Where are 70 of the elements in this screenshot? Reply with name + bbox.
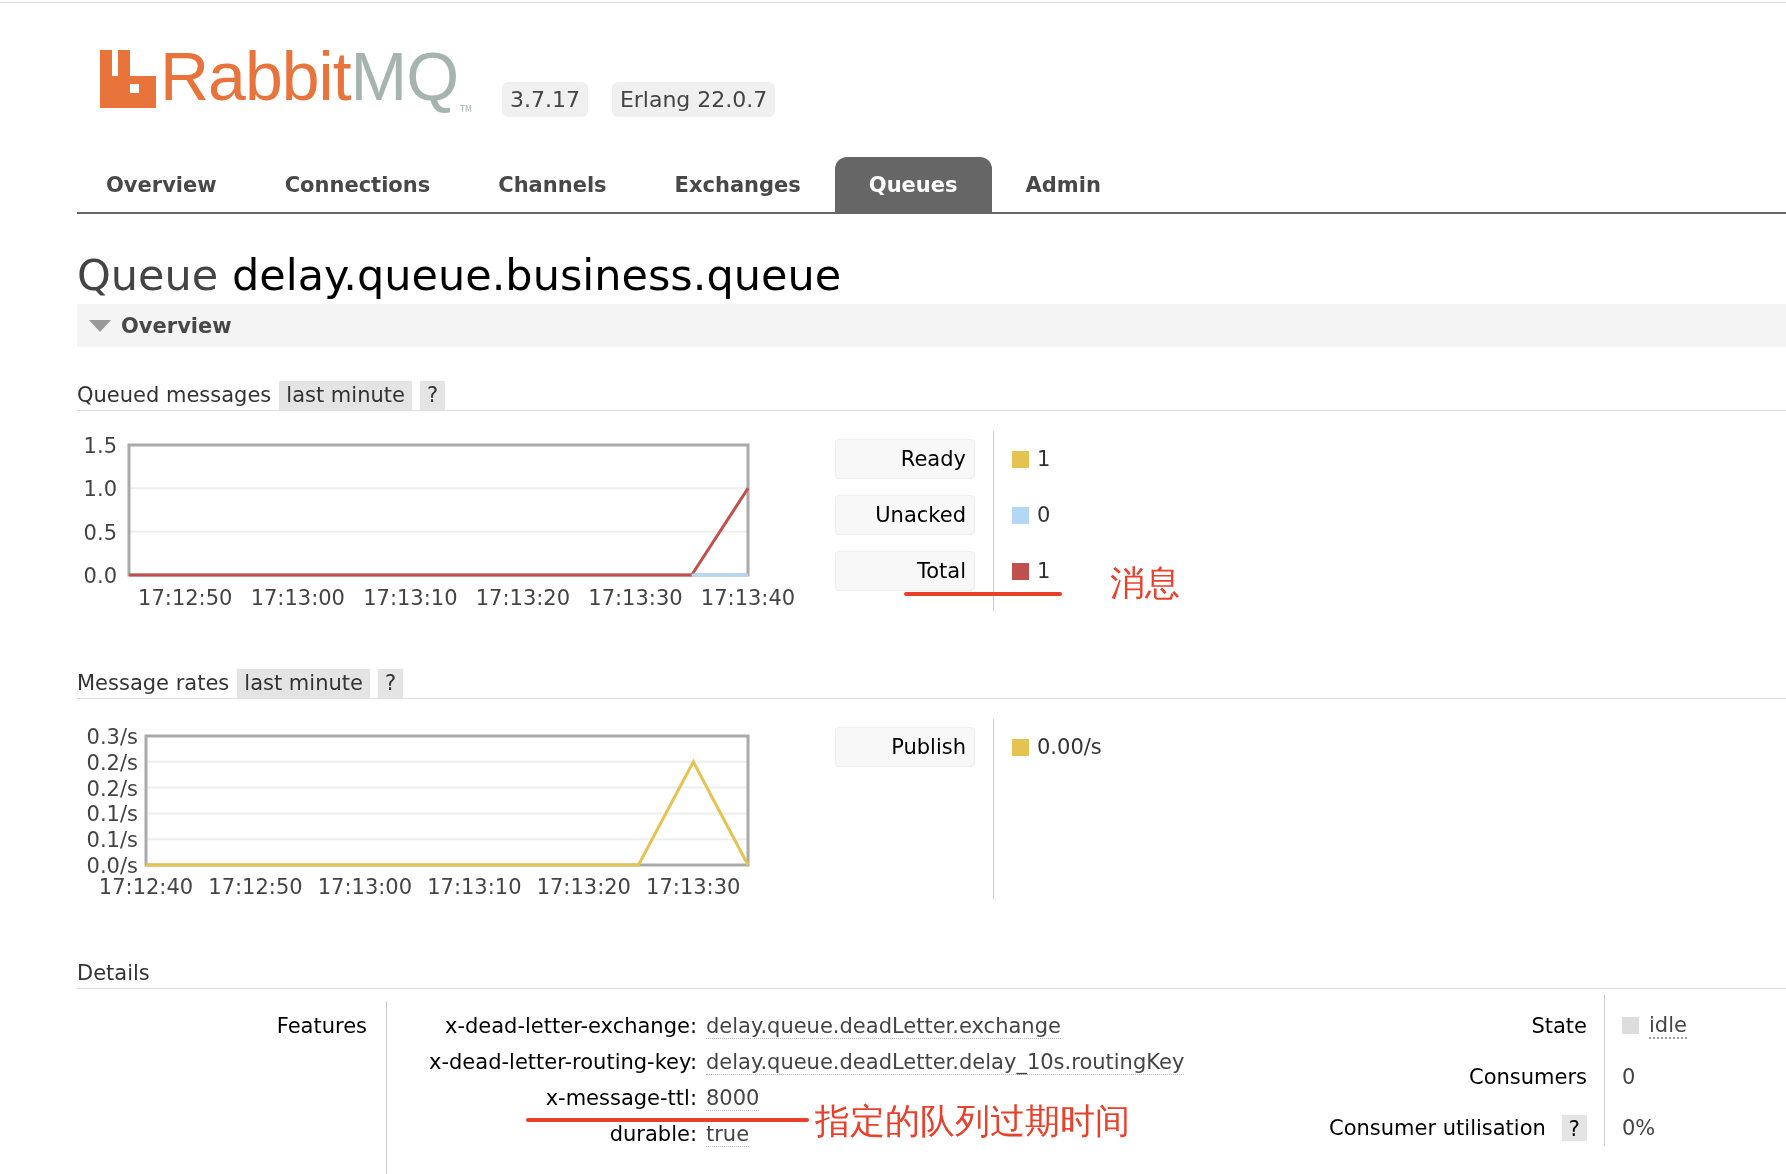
legend-label: Publish (835, 727, 975, 767)
nav-tab[interactable]: Admin (991, 157, 1135, 212)
help-button[interactable]: ? (1561, 1114, 1587, 1141)
axis-tick-label: 17:13:40 (700, 586, 796, 610)
axis-tick-label: 17:12:50 (208, 875, 303, 899)
nav-tab[interactable]: Exchanges (640, 157, 835, 212)
legend-value: 1 (1037, 447, 1051, 471)
field-label: Consumers (1468, 1064, 1587, 1089)
field-value: 0 (1622, 1064, 1636, 1089)
argument-value: delay.queue.deadLetter.delay_10s.routingKey (706, 1050, 1185, 1075)
axis-tick-label: 17:12:40 (98, 875, 194, 899)
axis-tick-label: 17:13:10 (427, 875, 522, 899)
logo-icon (100, 50, 156, 108)
section-toggle-bar[interactable]: Overview (77, 304, 1786, 347)
status-square-icon (1622, 1017, 1639, 1034)
axis-tick-label: 0.1/s (86, 802, 138, 827)
legend-value: 1 (1037, 559, 1051, 583)
axis-tick-label: 17:13:20 (536, 875, 631, 899)
version-badge: Erlang 22.0.7 (611, 82, 776, 117)
range-selector[interactable]: last minute (237, 669, 370, 698)
axis-tick-label: 0.0 (83, 564, 117, 588)
section-heading: Queued messages (77, 382, 272, 409)
range-selector[interactable]: last minute (279, 381, 412, 410)
axis-tick-label: 0.1/s (86, 828, 138, 853)
legend-label: Unacked (835, 495, 975, 535)
axis-tick-label: 17:13:20 (475, 586, 571, 610)
section-heading: Message rates (77, 670, 230, 697)
axis-tick-label: 0.2/s (86, 750, 138, 775)
argument-key: x-dead-letter-exchange: (387, 1014, 697, 1039)
nav-tab[interactable]: Queues (834, 157, 992, 212)
field-label: Features (276, 1014, 367, 1038)
logo-text: Rabbit (160, 37, 351, 116)
axis-tick-label: 0.2/s (86, 776, 138, 801)
field-value: idle (1649, 1012, 1687, 1039)
section-title: Overview (121, 313, 232, 338)
help-button[interactable]: ? (419, 381, 446, 410)
argument-value: delay.queue.deadLetter.exchange (706, 1014, 1061, 1039)
field-label: Consumer utilisation (1329, 1115, 1546, 1140)
trademark-text: TM (460, 105, 472, 114)
axis-tick-label: 1.5 (83, 434, 117, 458)
axis-tick-label: 1.0 (83, 477, 117, 502)
argument-key: x-message-ttl: (387, 1086, 697, 1111)
argument-key: durable: (387, 1122, 697, 1147)
axis-tick-label: 17:13:00 (250, 586, 345, 610)
section-heading: Details (77, 960, 150, 985)
argument-key: x-dead-letter-routing-key: (387, 1050, 697, 1075)
axis-tick-label: 0.5 (83, 520, 117, 545)
axis-tick-label: 17:13:00 (317, 875, 413, 899)
legend-label: Total (835, 551, 975, 591)
legend-value: 0 (1037, 503, 1051, 527)
logo-text: MQ (350, 37, 459, 116)
field-label: State (1531, 1013, 1587, 1038)
nav-tab[interactable]: Connections (250, 157, 465, 212)
page-title: Queue delay.queue.business.queue (77, 250, 843, 300)
annotation-text: 消息 (1110, 562, 1180, 605)
axis-tick-label: 0.3/s (86, 725, 138, 749)
axis-tick-label: 17:13:30 (588, 586, 683, 610)
legend-value: 0.00/s (1037, 735, 1102, 759)
axis-tick-label: 17:13:30 (646, 875, 741, 899)
nav-tab[interactable]: Overview (77, 157, 251, 212)
field-value: 0% (1622, 1115, 1656, 1140)
legend-label: Ready (835, 439, 975, 479)
help-button[interactable]: ? (377, 669, 404, 698)
annotation-text: 指定的队列过期时间 (815, 1100, 1130, 1143)
version-badge: 3.7.17 (501, 82, 588, 117)
argument-value: 8000 (706, 1086, 760, 1111)
axis-tick-label: 0.0/s (86, 854, 138, 878)
axis-tick-label: 17:13:10 (363, 586, 458, 610)
nav-tab[interactable]: Channels (464, 157, 641, 212)
axis-tick-label: 17:12:50 (138, 586, 233, 610)
